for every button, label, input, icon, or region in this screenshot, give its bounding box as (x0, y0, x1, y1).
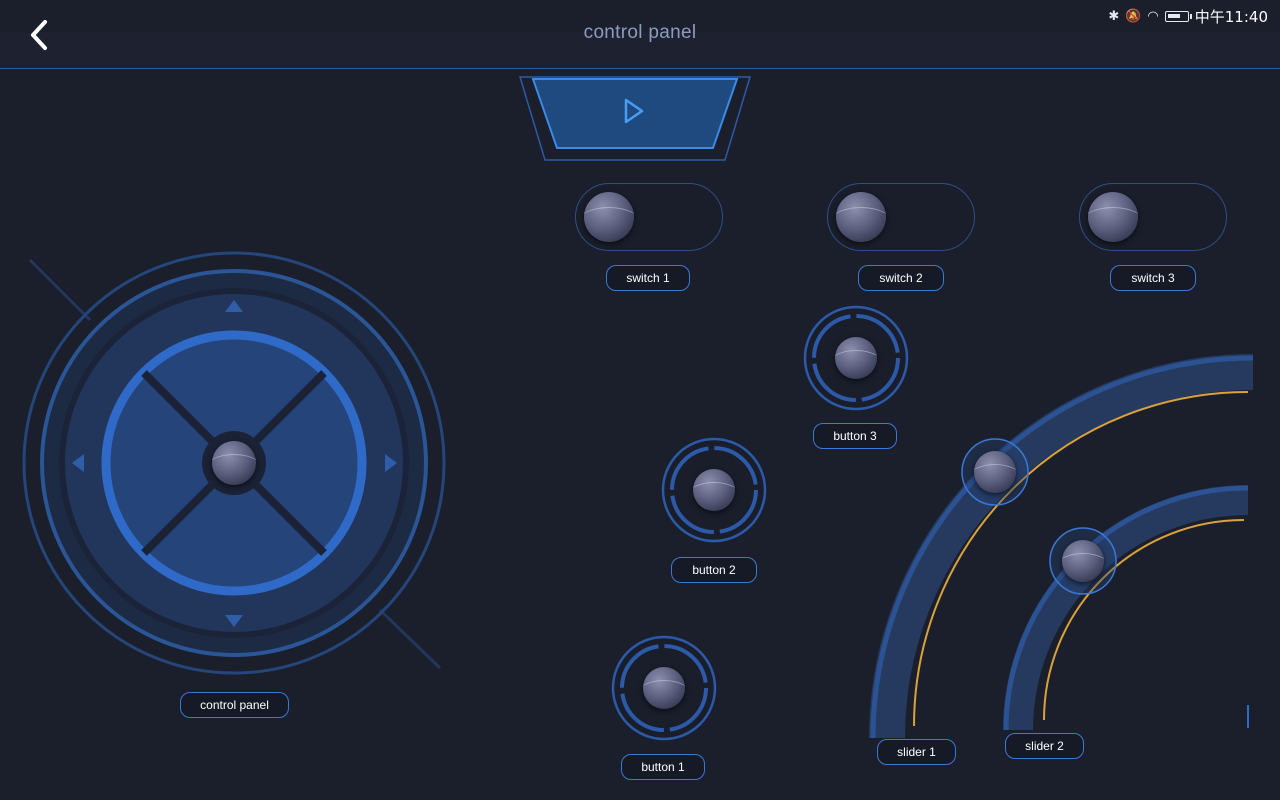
button-3[interactable] (802, 304, 910, 412)
joystick-knob[interactable] (212, 441, 256, 485)
button-2[interactable] (660, 436, 768, 544)
button-1-knob (643, 667, 685, 709)
button-3-knob (835, 337, 877, 379)
switch-3-knob (1088, 192, 1138, 242)
switch-1-knob (584, 192, 634, 242)
switch-3-label: switch 3 (1110, 265, 1196, 291)
button-2-knob (693, 469, 735, 511)
slider-2-label: slider 2 (1005, 733, 1084, 759)
button-2-label: button 2 (671, 557, 757, 583)
switch-1[interactable] (575, 183, 723, 251)
switch-2-knob (836, 192, 886, 242)
switch-2[interactable] (827, 183, 975, 251)
switch-2-label: switch 2 (858, 265, 944, 291)
play-button[interactable] (536, 78, 736, 148)
button-3-label: button 3 (813, 423, 897, 449)
slider-2-knob (1062, 540, 1104, 582)
button-1[interactable] (610, 634, 718, 742)
joystick-label: control panel (180, 692, 289, 718)
switch-1-label: switch 1 (606, 265, 690, 291)
slider-1-label: slider 1 (877, 739, 956, 765)
switch-3[interactable] (1079, 183, 1227, 251)
slider-1-knob (974, 451, 1016, 493)
button-1-label: button 1 (621, 754, 705, 780)
play-icon (624, 98, 644, 124)
slider-2-handle[interactable] (1048, 526, 1118, 596)
slider-1-handle[interactable] (960, 437, 1030, 507)
